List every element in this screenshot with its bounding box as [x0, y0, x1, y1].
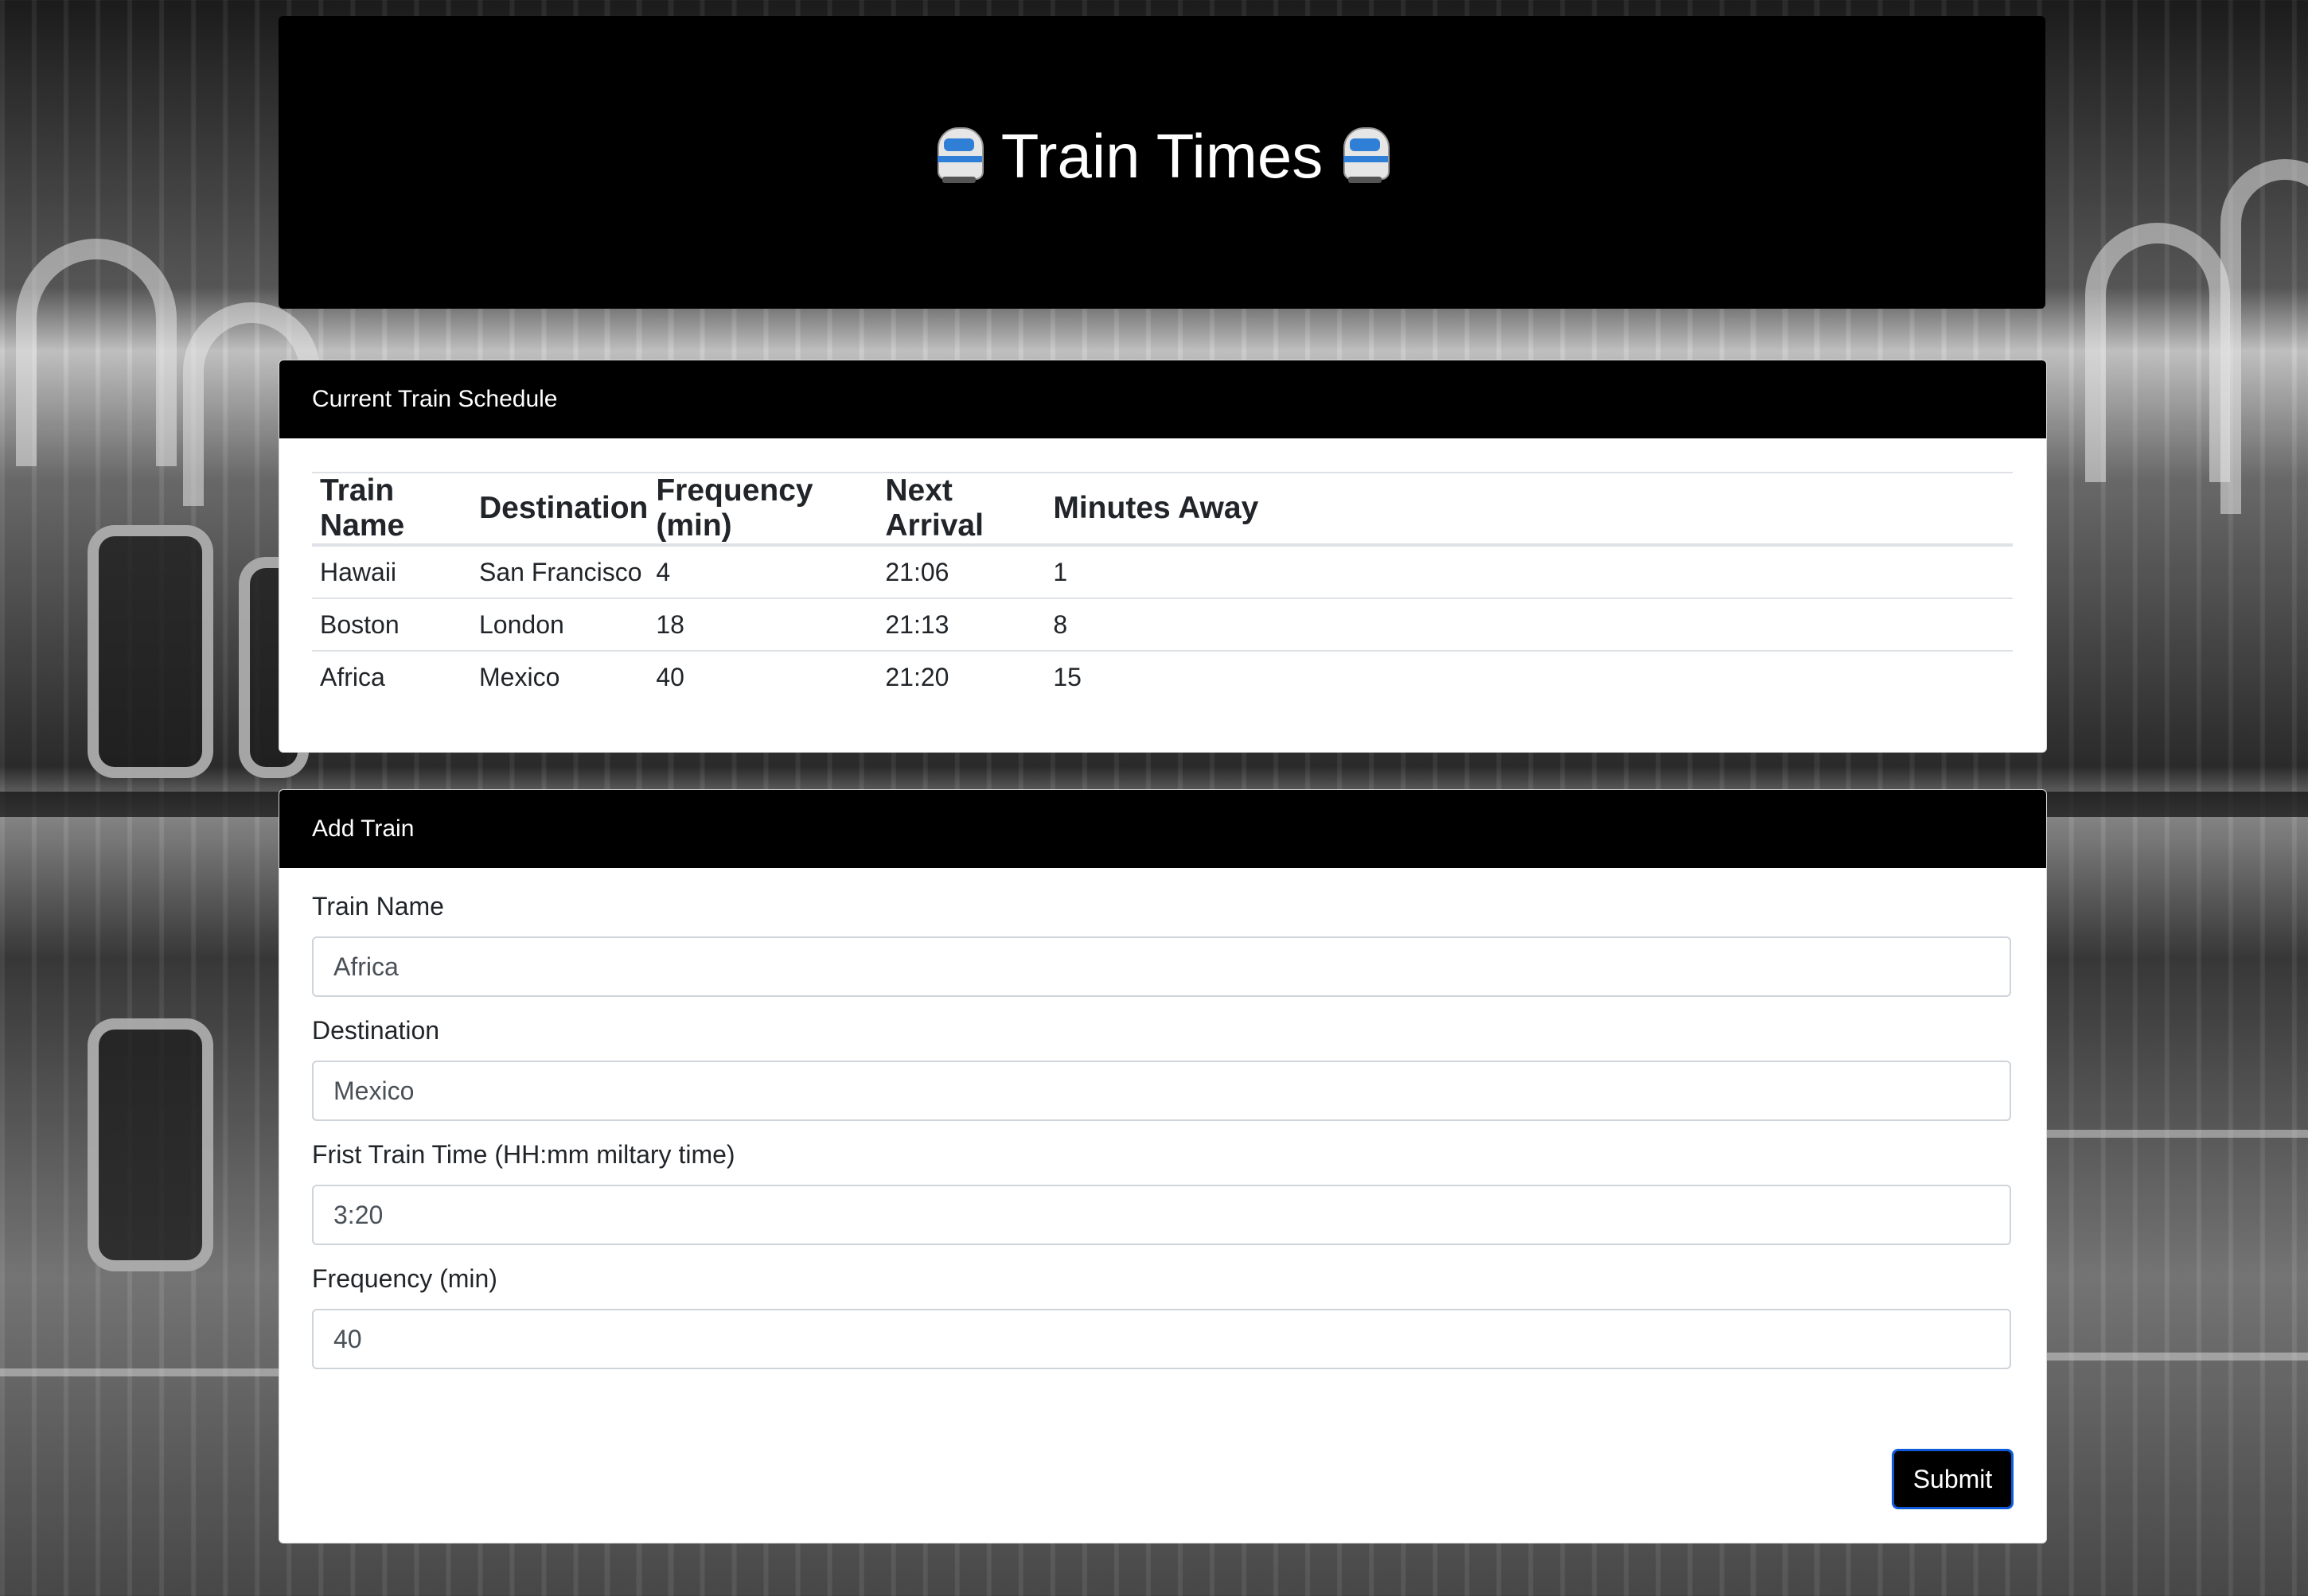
page-title-text: Train Times [1000, 120, 1324, 191]
background-rail [2045, 1353, 2308, 1360]
cell-train-name: Hawaii [312, 545, 471, 599]
form-group-frequency: Frequency (min) [312, 1263, 2013, 1369]
add-train-card-header: Add Train [279, 790, 2046, 868]
column-header-next-arrival: Next Arrival [877, 472, 1046, 547]
schedule-table: Train Name Destination Frequency (min) N… [312, 472, 2013, 703]
table-row: Boston London 18 21:13 8 [312, 598, 2013, 652]
form-group-destination: Destination [312, 1014, 2013, 1121]
table-row: Africa Mexico 40 21:20 15 [312, 651, 2013, 703]
cell-destination: London [471, 598, 649, 652]
add-train-form: Train Name Destination Frist Train Time … [312, 890, 2013, 1387]
column-header-destination: Destination [471, 472, 649, 547]
column-header-train-name: Train Name [312, 472, 471, 547]
frequency-input[interactable] [312, 1309, 2011, 1369]
cell-train-name: Boston [312, 598, 471, 652]
cell-train-name: Africa [320, 662, 385, 691]
frequency-label: Frequency (min) [312, 1264, 497, 1293]
submit-button[interactable]: Submit [1892, 1449, 2014, 1509]
cell-minutes-away: 1 [1045, 545, 2013, 599]
schedule-card-header: Current Train Schedule [279, 360, 2046, 438]
cell-next-arrival: 21:06 [877, 545, 1046, 599]
background-arch [2085, 223, 2230, 482]
page-header: Train Times [279, 16, 2045, 309]
cell-minutes-away: 15 [1053, 662, 1082, 691]
background-rail [2045, 1130, 2308, 1138]
train-icon [1340, 127, 1390, 185]
background-train-window [88, 525, 213, 778]
train-name-input[interactable] [312, 936, 2011, 997]
background-arch [2220, 159, 2308, 514]
add-train-card: Add Train Train Name Destination Frist T… [279, 789, 2047, 1543]
form-group-train-name: Train Name [312, 890, 2013, 997]
background-rail [0, 1368, 279, 1376]
cell-frequency: 40 [656, 662, 684, 691]
train-icon [934, 127, 984, 185]
first-train-time-input[interactable] [312, 1185, 2011, 1245]
cell-frequency: 18 [648, 598, 878, 652]
cell-next-arrival: 21:13 [877, 598, 1046, 652]
table-header-row: Train Name Destination Frequency (min) N… [312, 472, 2013, 547]
destination-input[interactable] [312, 1061, 2011, 1121]
schedule-card: Current Train Schedule Train Name Destin… [279, 360, 2047, 753]
cell-destination: Mexico [479, 662, 560, 691]
cell-next-arrival: 21:20 [885, 662, 949, 691]
first-train-time-label: Frist Train Time (HH:mm miltary time) [312, 1140, 735, 1169]
table-row: Hawaii San Francisco 4 21:06 1 [312, 545, 2013, 599]
train-name-label: Train Name [312, 892, 444, 921]
cell-frequency: 4 [648, 545, 878, 599]
column-header-minutes-away: Minutes Away [1045, 472, 2013, 547]
form-group-first-train-time: Frist Train Time (HH:mm miltary time) [312, 1139, 2013, 1245]
column-header-frequency: Frequency (min) [648, 472, 878, 547]
background-train-window [88, 1018, 213, 1271]
cell-destination: San Francisco [471, 545, 649, 599]
page-title: Train Times [934, 120, 1390, 193]
cell-minutes-away: 8 [1045, 598, 2013, 652]
background-arch [16, 239, 177, 466]
destination-label: Destination [312, 1016, 440, 1045]
